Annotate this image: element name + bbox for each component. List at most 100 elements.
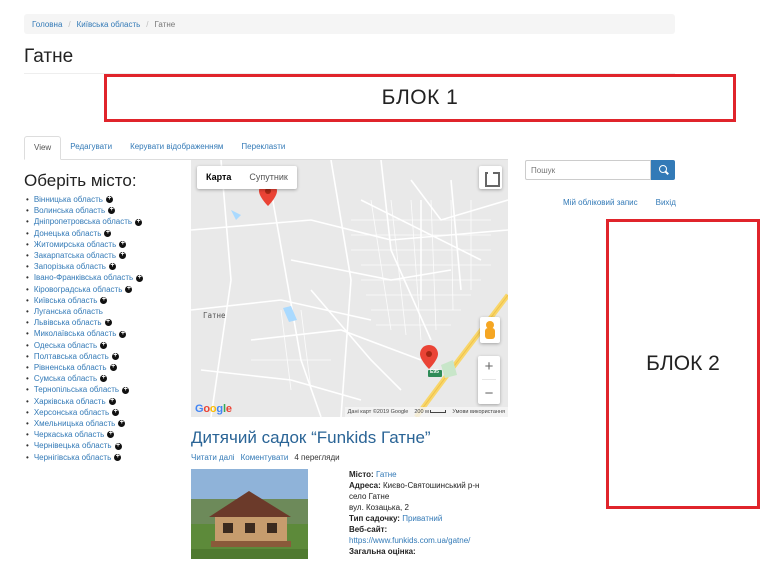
region-link[interactable]: Харківська область (34, 396, 106, 407)
expand-plus-icon[interactable] (108, 261, 116, 271)
block-2-placeholder: БЛОК 2 (606, 219, 760, 509)
region-link[interactable]: Полтавська область (34, 351, 109, 362)
region-link[interactable]: Дніпропетровська область (34, 216, 132, 227)
region-link[interactable]: Кіровоградська область (34, 284, 123, 295)
expand-plus-icon[interactable] (114, 441, 122, 451)
region-link[interactable]: Миколаївська область (34, 328, 117, 339)
region-link[interactable]: Рівненська область (34, 362, 107, 373)
region-link[interactable]: Донецька область (34, 228, 102, 239)
region-link[interactable]: Хмельницька область (34, 418, 115, 429)
read-more-link[interactable]: Читати далі (191, 453, 235, 462)
location-map[interactable]: Гатне E95 Карта Супутник + − Google Дані… (191, 160, 508, 417)
article-title[interactable]: Дитячий садок “Funkids Гатне” (191, 428, 431, 448)
view-count: 4 перегляди (294, 453, 340, 462)
map-type-map-button[interactable]: Карта (197, 166, 240, 189)
region-link[interactable]: Черкаська область (34, 429, 105, 440)
city-label: Місто: (349, 470, 374, 479)
expand-plus-icon[interactable] (112, 407, 120, 417)
street-view-pegman-icon[interactable] (480, 317, 500, 343)
expand-plus-icon[interactable] (109, 362, 117, 372)
expand-plus-icon[interactable] (118, 418, 126, 428)
expand-plus-icon[interactable] (125, 284, 133, 294)
region-link[interactable]: Тернопільська область (34, 384, 119, 395)
expand-plus-icon[interactable] (118, 250, 126, 260)
region-link[interactable]: Івано-Франківська область (34, 272, 133, 283)
region-link[interactable]: Львівська область (34, 317, 102, 328)
expand-plus-icon[interactable] (136, 273, 144, 283)
map-type-satellite-button[interactable]: Супутник (240, 166, 296, 189)
expand-plus-icon[interactable] (104, 228, 112, 238)
expand-plus-icon[interactable] (119, 239, 127, 249)
expand-plus-icon[interactable] (104, 317, 112, 327)
tab-view[interactable]: View (24, 136, 62, 160)
region-link[interactable]: Одеська область (34, 340, 97, 351)
region-link[interactable]: Закарпатська область (34, 250, 116, 261)
tab-manage-display[interactable]: Керувати відображенням (121, 136, 232, 159)
expand-plus-icon[interactable] (122, 385, 130, 395)
list-item: Херсонська область (26, 407, 143, 418)
page-title: Гатне (24, 46, 74, 67)
expand-plus-icon[interactable] (105, 194, 113, 204)
zoom-divider (482, 379, 496, 381)
kindergarten-details: Місто: Гатне Адреса: Києво-Святошинський… (349, 469, 479, 557)
region-list: Вінницька область Волинська область Дніп… (26, 194, 144, 463)
website-link[interactable]: https://www.funkids.com.ua/gatne/ (349, 536, 470, 545)
kindergarten-photo[interactable] (191, 469, 308, 559)
search-icon[interactable] (651, 160, 675, 180)
region-link[interactable]: Запорізька область (34, 261, 106, 272)
map-streets-graphic (191, 160, 508, 417)
region-link[interactable]: Волинська область (34, 205, 105, 216)
region-link[interactable]: Чернігівська область (34, 452, 111, 463)
zoom-out-icon[interactable]: − (485, 385, 494, 402)
region-link[interactable]: Сумська область (34, 373, 97, 384)
type-link[interactable]: Приватний (402, 514, 442, 523)
my-account-link[interactable]: Мій обліковий запис (563, 198, 638, 207)
breadcrumb-home-link[interactable]: Головна (32, 20, 62, 29)
breadcrumb-separator: / (146, 19, 149, 29)
map-type-control: Карта Супутник (197, 166, 297, 189)
block-1-placeholder: БЛОК 1 (104, 74, 736, 122)
fullscreen-icon[interactable] (479, 166, 502, 189)
list-item: Чернівецька область (26, 440, 143, 451)
zoom-control: + − (478, 356, 500, 404)
list-item: Кіровоградська область (26, 284, 143, 295)
expand-plus-icon[interactable] (111, 351, 119, 361)
list-item: Черкаська область (26, 429, 143, 440)
expand-plus-icon[interactable] (119, 329, 127, 339)
expand-plus-icon[interactable] (100, 295, 108, 305)
region-link[interactable]: Вінницька область (34, 194, 103, 205)
expand-plus-icon[interactable] (100, 340, 108, 350)
zoom-in-icon[interactable]: + (485, 358, 494, 375)
tab-translate[interactable]: Переклasти (232, 136, 294, 159)
tab-edit[interactable]: Редагувати (61, 136, 121, 159)
list-item: Чернігівська область (26, 452, 143, 463)
map-terms-link[interactable]: Умови використання (452, 409, 505, 415)
map-data-attribution: Дані карт ©2019 Google (347, 409, 409, 415)
region-link[interactable]: Луганська область (34, 306, 103, 317)
city-link[interactable]: Гатне (376, 470, 397, 479)
comment-link[interactable]: Коментувати (241, 453, 289, 462)
expand-plus-icon[interactable] (107, 429, 115, 439)
list-item: Волинська область (26, 205, 143, 216)
expand-plus-icon[interactable] (135, 217, 143, 227)
expand-plus-icon[interactable] (100, 373, 108, 383)
breadcrumb-current: Гатне (154, 19, 176, 29)
address-label: Адреса: (349, 481, 381, 490)
map-attribution: Дані карт ©2019 Google 200 м Умови викор… (344, 407, 508, 417)
expand-plus-icon[interactable] (108, 396, 116, 406)
list-item: Вінницька область (26, 194, 143, 205)
region-link[interactable]: Херсонська область (34, 407, 109, 418)
list-item: Харківська область (26, 396, 143, 407)
region-link[interactable]: Житомирська область (34, 239, 116, 250)
region-link[interactable]: Київська область (34, 295, 98, 306)
list-item: Луганська область (26, 306, 143, 317)
expand-plus-icon[interactable] (108, 205, 116, 215)
expand-plus-icon[interactable] (114, 452, 122, 462)
user-links: Мій обліковий запис Вихід (563, 198, 676, 207)
breadcrumb-region-link[interactable]: Київська область (77, 20, 141, 29)
address-line: село Гатне (349, 492, 390, 501)
logout-link[interactable]: Вихід (656, 198, 676, 207)
search-input[interactable] (525, 160, 651, 180)
list-item: Хмельницька область (26, 418, 143, 429)
region-link[interactable]: Чернівецька область (34, 440, 112, 451)
